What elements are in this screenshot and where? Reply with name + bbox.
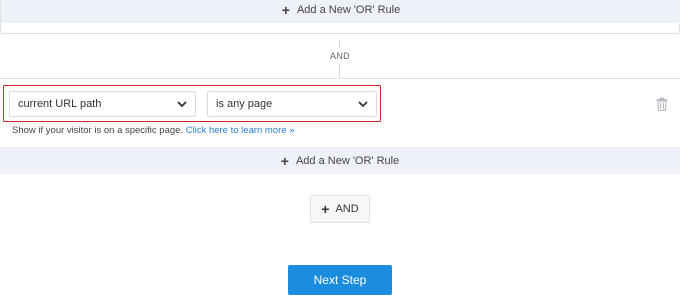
previous-rule-card: + Add a New 'OR' Rule bbox=[0, 0, 680, 34]
operator-select-value: is any page bbox=[216, 98, 273, 110]
add-or-rule-label: Add a New 'OR' Rule bbox=[295, 154, 400, 167]
display-rules-editor: + Add a New 'OR' Rule AND current URL pa… bbox=[0, 0, 680, 301]
add-or-rule-button[interactable]: + Add a New 'OR' Rule bbox=[1, 0, 680, 23]
chevron-down-icon bbox=[354, 95, 372, 113]
chevron-down-icon bbox=[173, 95, 191, 113]
rule-card: current URL path is any page Show if you… bbox=[0, 78, 680, 174]
add-or-rule-button[interactable]: + Add a New 'OR' Rule bbox=[0, 147, 680, 174]
condition-select[interactable]: current URL path bbox=[9, 91, 196, 117]
plus-icon: + bbox=[281, 1, 290, 18]
connector-line-top bbox=[339, 40, 340, 48]
operator-select[interactable]: is any page bbox=[207, 91, 377, 117]
connector-line-bottom bbox=[339, 64, 340, 78]
plus-icon: + bbox=[321, 201, 330, 217]
help-text: Show if your visitor is on a specific pa… bbox=[12, 125, 184, 136]
add-and-button[interactable]: + AND bbox=[310, 195, 370, 223]
rule-help-text: Show if your visitor is on a specific pa… bbox=[12, 125, 295, 136]
condition-select-value: current URL path bbox=[18, 98, 102, 110]
and-connector-label: AND bbox=[330, 51, 350, 61]
help-link[interactable]: Click here to learn more » bbox=[186, 125, 295, 136]
add-and-label: AND bbox=[335, 203, 359, 215]
trash-icon[interactable] bbox=[656, 97, 670, 111]
add-or-rule-label: Add a New 'OR' Rule bbox=[296, 3, 401, 16]
next-step-button[interactable]: Next Step bbox=[288, 265, 392, 295]
plus-icon: + bbox=[280, 152, 289, 169]
